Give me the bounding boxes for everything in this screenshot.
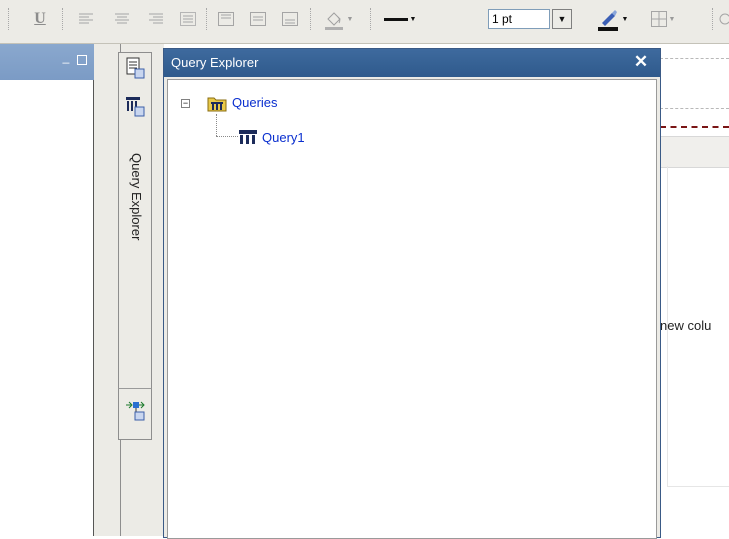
toolbar-separator <box>206 8 208 30</box>
tree-item-query1[interactable]: Query1 <box>262 130 305 145</box>
toolbar-overflow-button[interactable] <box>718 6 729 32</box>
valign-top-button[interactable] <box>216 6 236 32</box>
queries-folder-icon[interactable] <box>207 94 227 112</box>
close-icon[interactable]: ✕ <box>632 52 650 72</box>
toolbar-separator <box>370 8 372 30</box>
line-width-field[interactable]: 1 pt <box>488 9 550 29</box>
query-tree: − Queries Query1 <box>167 79 657 539</box>
align-left-button[interactable] <box>76 6 96 32</box>
justify-button[interactable] <box>178 6 198 32</box>
align-left-icon <box>79 13 93 24</box>
minimize-icon[interactable]: _ <box>59 51 73 66</box>
valign-top-icon <box>218 12 234 26</box>
valign-middle-icon <box>250 12 266 26</box>
fill-color-icon <box>324 12 343 30</box>
align-center-button[interactable] <box>112 6 132 32</box>
query-explorer-title-bar[interactable]: Query Explorer ✕ <box>164 49 660 77</box>
valign-bottom-icon <box>282 12 298 26</box>
table-border <box>667 486 729 487</box>
chevron-down-icon: ▼ <box>668 15 676 23</box>
tree-item-queries[interactable]: Queries <box>232 95 278 110</box>
query-explorer-icon <box>126 97 145 117</box>
condition-explorer-tab[interactable] <box>118 388 152 440</box>
line-style-icon <box>383 18 408 21</box>
collapse-icon[interactable]: − <box>181 99 190 108</box>
left-panel: _ <box>0 44 94 536</box>
align-center-icon <box>115 13 129 24</box>
report-canvas: new colu <box>660 44 729 536</box>
tree-connector <box>216 136 238 137</box>
tree-connector <box>216 114 217 136</box>
page-margin-line <box>660 58 729 59</box>
toolbar-separator <box>62 8 64 30</box>
borders-button[interactable]: ▼ <box>644 6 682 32</box>
chevron-down-icon: ▼ <box>346 15 354 23</box>
page-explorer-tab[interactable] <box>125 57 145 79</box>
line-width-dropdown-button[interactable]: ▼ <box>552 9 572 29</box>
underline-icon: U <box>34 10 46 27</box>
new-column-text: new colu <box>660 318 712 333</box>
align-right-button[interactable] <box>146 6 166 32</box>
line-style-button[interactable]: ▼ <box>378 6 422 32</box>
fill-color-button[interactable]: ▼ <box>318 6 358 32</box>
chevron-down-icon: ▼ <box>557 14 567 24</box>
borders-icon <box>650 11 667 27</box>
line-color-icon <box>597 10 618 31</box>
line-color-button[interactable]: ▼ <box>590 6 634 32</box>
toolbar-separator <box>712 8 714 30</box>
chevron-down-icon: ▼ <box>409 15 417 23</box>
justify-icon <box>180 12 196 26</box>
table-header-row <box>660 136 729 168</box>
underline-button[interactable]: U <box>30 6 50 32</box>
query-explorer-tab[interactable] <box>125 95 145 117</box>
valign-bottom-button[interactable] <box>280 6 300 32</box>
section-boundary-line <box>660 126 729 128</box>
toolbar-separator <box>310 8 312 30</box>
valign-middle-button[interactable] <box>248 6 268 32</box>
window-title: Query Explorer <box>171 55 259 70</box>
condition-explorer-icon-wrap <box>125 399 145 421</box>
side-tab-column: Query Explorer <box>118 52 152 408</box>
toolbar: U ▼ ▼ 1 pt ▼ ▼ ▼ <box>0 0 729 44</box>
query-explorer-tab-label[interactable]: Query Explorer <box>120 153 152 293</box>
align-right-icon <box>149 13 163 24</box>
page-explorer-icon <box>126 57 145 79</box>
query-icon[interactable] <box>238 129 258 145</box>
condition-explorer-icon <box>126 401 145 421</box>
query-explorer-window: Query Explorer ✕ − Queries Query1 <box>163 48 661 539</box>
maximize-icon[interactable] <box>77 55 87 65</box>
page-margin-line <box>660 108 729 109</box>
chevron-down-icon: ▼ <box>621 15 629 23</box>
toolbar-more-icon <box>719 13 729 25</box>
toolbar-separator <box>8 8 10 30</box>
left-panel-header: _ <box>0 44 94 80</box>
